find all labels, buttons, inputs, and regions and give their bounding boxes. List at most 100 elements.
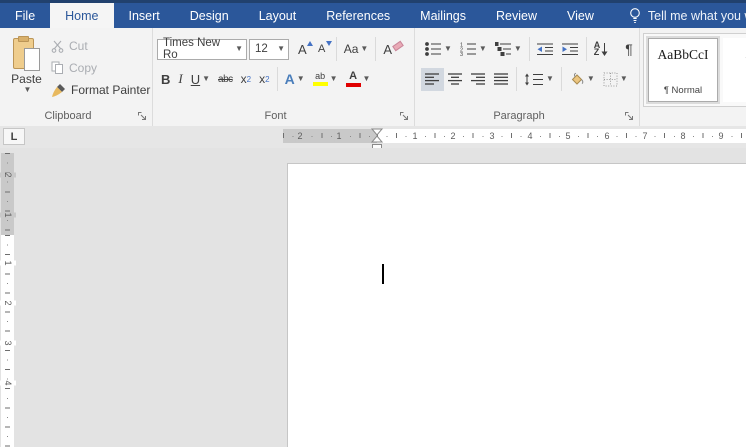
underline-button[interactable]: U ▼ (187, 68, 214, 91)
format-painter-label: Format Painter (71, 83, 151, 97)
tell-me-box[interactable]: Tell me what you want to (629, 3, 746, 28)
align-center-button[interactable] (444, 68, 467, 91)
numbering-button[interactable]: 1 2 3 ▼ (456, 38, 491, 61)
font-name-dropdown-arrow[interactable]: ▼ (235, 45, 243, 53)
ruler-number: 4 (0, 380, 16, 386)
ruler-number: 9 (716, 130, 726, 142)
tab-home[interactable]: Home (50, 3, 114, 28)
ruler-number: 3 (487, 130, 497, 142)
change-case-button[interactable]: Aa ▼ (340, 38, 373, 61)
text-effects-button[interactable]: A ▼ (281, 68, 309, 91)
paste-dropdown-arrow[interactable]: ▼ (24, 86, 32, 94)
italic-button[interactable]: I (174, 68, 186, 91)
ruler-number: 6 (602, 130, 612, 142)
format-painter-button[interactable]: Format Painter (48, 79, 153, 101)
font-size-value: 12 (255, 43, 268, 55)
align-right-button[interactable] (467, 68, 490, 91)
horizontal-ruler[interactable]: 21 123456789 (283, 128, 746, 151)
ruler-number: 1 (0, 260, 16, 266)
copy-button[interactable]: Copy (48, 57, 153, 79)
ruler-number: 2 (0, 172, 16, 178)
copy-icon (51, 61, 64, 75)
tab-view[interactable]: View (552, 3, 609, 28)
ribbon-tab-bar: File Home Insert Design Layout Reference… (0, 3, 746, 28)
decrease-indent-button[interactable] (533, 38, 558, 61)
style-card-no-spacing[interactable]: AaB ¶ No (723, 38, 746, 102)
paste-button[interactable]: Paste ▼ (4, 34, 49, 108)
tab-selector[interactable]: L (3, 128, 25, 145)
subscript-button[interactable]: x2 (237, 68, 255, 91)
underline-dropdown-arrow[interactable]: ▼ (202, 75, 210, 83)
tab-review[interactable]: Review (481, 3, 552, 28)
vruler-page-area: 1 2 3 4 (0, 235, 16, 447)
align-left-button[interactable] (421, 67, 444, 91)
ruler-number: 7 (640, 130, 650, 142)
show-hide-pilcrow-button[interactable]: ¶ (621, 38, 637, 61)
font-color-button[interactable]: A ▼ (342, 68, 375, 91)
format-painter-icon (51, 83, 66, 98)
font-group-label: Font (264, 110, 287, 122)
font-size-dropdown-arrow[interactable]: ▼ (277, 45, 285, 53)
document-page[interactable] (287, 163, 746, 447)
ruler-number: 5 (563, 130, 573, 142)
clipboard-group-label: Clipboard (44, 110, 92, 122)
tell-me-label: Tell me what you want to (647, 8, 746, 23)
document-area: 21 1234 (0, 148, 746, 447)
indent-markers[interactable] (371, 128, 383, 143)
clear-formatting-button[interactable]: A (379, 38, 407, 61)
grow-font-arrow-icon (307, 40, 314, 46)
multilevel-list-button[interactable]: ▼ (491, 38, 526, 61)
justify-button[interactable] (490, 68, 513, 91)
font-size-combobox[interactable]: 12 ▼ (249, 38, 289, 60)
grow-font-button[interactable]: A (294, 38, 314, 61)
eraser-icon (392, 40, 404, 52)
style-card-normal[interactable]: AaBbCcI ¶ Normal (646, 36, 720, 104)
line-spacing-button[interactable]: ▼ (520, 68, 558, 91)
font-color-icon: A (345, 71, 361, 87)
sort-button[interactable]: A Z (590, 38, 614, 61)
ruler-number: 2 (448, 130, 458, 142)
tab-design[interactable]: Design (175, 3, 244, 28)
svg-text:3: 3 (460, 52, 463, 56)
tab-insert[interactable]: Insert (114, 3, 175, 28)
tab-file[interactable]: File (0, 3, 50, 28)
superscript-button[interactable]: x2 (255, 68, 273, 91)
ruler-number: 1 (410, 130, 420, 142)
bullets-button[interactable]: ▼ (421, 38, 456, 61)
sort-icon: A Z (594, 41, 610, 57)
shrink-font-arrow-icon (325, 40, 332, 46)
increase-indent-button[interactable] (558, 38, 583, 61)
shading-button[interactable]: ▼ (565, 68, 599, 91)
paragraph-dialog-launcher[interactable] (624, 111, 635, 122)
lightbulb-icon (629, 7, 641, 24)
borders-button[interactable]: ▼ (599, 68, 632, 91)
font-dialog-launcher[interactable] (399, 111, 410, 122)
tab-mailings[interactable]: Mailings (405, 3, 481, 28)
borders-icon (603, 72, 618, 87)
bold-button[interactable]: B (157, 68, 174, 91)
ruler-number: 1 (334, 130, 344, 142)
clipboard-group: Paste ▼ Cut Copy Format Painter Clipboar… (0, 28, 153, 126)
ribbon: Paste ▼ Cut Copy Format Painter Clipboar… (0, 28, 746, 126)
font-name-combobox[interactable]: Times New Ro ▼ (157, 37, 247, 61)
vruler-top-margin: 21 (0, 153, 16, 235)
ruler-number: 2 (0, 300, 16, 306)
text-effects-icon: A (284, 71, 295, 87)
scissors-icon (51, 40, 64, 53)
cut-button[interactable]: Cut (48, 35, 153, 57)
highlight-color-bar (312, 82, 328, 86)
clipboard-dialog-launcher[interactable] (137, 111, 148, 122)
font-name-value: Times New Ro (163, 37, 221, 61)
font-group: Times New Ro ▼ 12 ▼ A A Aa ▼ A B I U ▼ a… (153, 28, 415, 126)
strikethrough-button[interactable]: abc (214, 68, 237, 91)
shrink-font-button[interactable]: A (314, 38, 333, 61)
word-window: { "tabs": { "items": [ {"label": "File"}… (0, 0, 746, 447)
ruler-page-area: 1 2 3 4 5 6 7 8 9 (377, 129, 746, 143)
ruler-number: 4 (525, 130, 535, 142)
copy-label: Copy (69, 61, 98, 75)
tab-references[interactable]: References (311, 3, 405, 28)
tab-layout[interactable]: Layout (244, 3, 312, 28)
ruler-number: 1 (0, 212, 16, 218)
vertical-ruler[interactable]: 21 1234 (0, 153, 16, 447)
text-highlight-button[interactable]: ab ▼ (309, 68, 342, 91)
